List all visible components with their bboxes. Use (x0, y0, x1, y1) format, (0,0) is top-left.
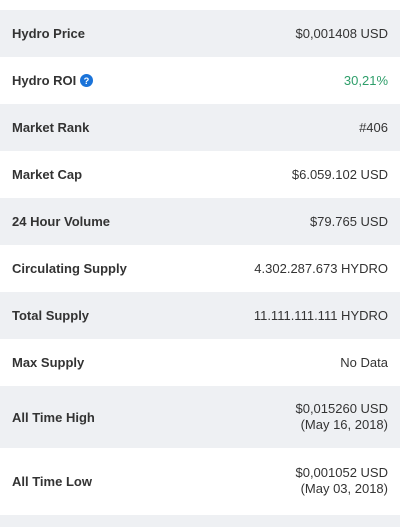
stat-label: Hydro ROI (12, 73, 77, 88)
stat-row-market-cap: Market Cap $6.059.102 USD (0, 151, 400, 198)
svg-text:?: ? (84, 76, 90, 86)
stat-row-hydro-roi: Hydro ROI ? 30,21% (0, 57, 400, 104)
stat-value-multiline: $0,015260 USD (May 16, 2018) (295, 401, 388, 433)
next-row-stripe (0, 515, 400, 527)
stat-value: $0,001408 USD (295, 25, 388, 41)
stat-row-hydro-price: Hydro Price $0,001408 USD (0, 10, 400, 57)
info-icon[interactable]: ? (80, 74, 94, 87)
stat-row-max-supply: Max Supply No Data (0, 339, 400, 386)
stat-value: #406 (359, 119, 388, 135)
stat-row-circulating-supply: Circulating Supply 4.302.287.673 HYDRO (0, 245, 400, 292)
stat-row-total-supply: Total Supply 11.111.111.111 HYDRO (0, 292, 400, 339)
stat-value: 11.111.111.111 HYDRO (253, 307, 388, 323)
stat-row-market-rank: Market Rank #406 (0, 104, 400, 151)
stat-label: Circulating Supply (12, 261, 127, 276)
stat-row-all-time-low: All Time Low $0,001052 USD (May 03, 2018… (0, 448, 400, 514)
atl-price: $0,001052 USD (295, 465, 388, 480)
stat-value: $79.765 USD (309, 213, 388, 229)
stat-label: All Time Low (12, 473, 92, 489)
stat-label: All Time High (12, 409, 95, 425)
stat-label: Market Rank (12, 120, 90, 135)
stat-row-24h-volume: 24 Hour Volume $79.765 USD (0, 198, 400, 245)
ath-price: $0,015260 USD (295, 401, 388, 416)
stat-label: 24 Hour Volume (12, 214, 111, 229)
roi-value: 30,21% (343, 72, 388, 88)
stat-label: Market Cap (12, 167, 83, 182)
stat-value-multiline: $0,001052 USD (May 03, 2018) (295, 465, 388, 497)
coin-stats-table: Hydro Price $0,001408 USD Hydro ROI ? 30… (0, 10, 400, 514)
ath-date: (May 16, 2018) (300, 417, 388, 432)
stat-value: No Data (340, 354, 388, 370)
stat-value: $6.059.102 USD (291, 166, 388, 182)
stat-row-all-time-high: All Time High $0,015260 USD (May 16, 201… (0, 386, 400, 448)
stat-label: Max Supply (12, 355, 85, 370)
atl-date: (May 03, 2018) (300, 481, 388, 496)
stat-label: Hydro Price (12, 26, 85, 41)
stat-value: 4.302.287.673 HYDRO (254, 260, 388, 276)
stat-label: Total Supply (12, 308, 90, 323)
stat-label-wrap: Hydro ROI ? (12, 73, 94, 88)
